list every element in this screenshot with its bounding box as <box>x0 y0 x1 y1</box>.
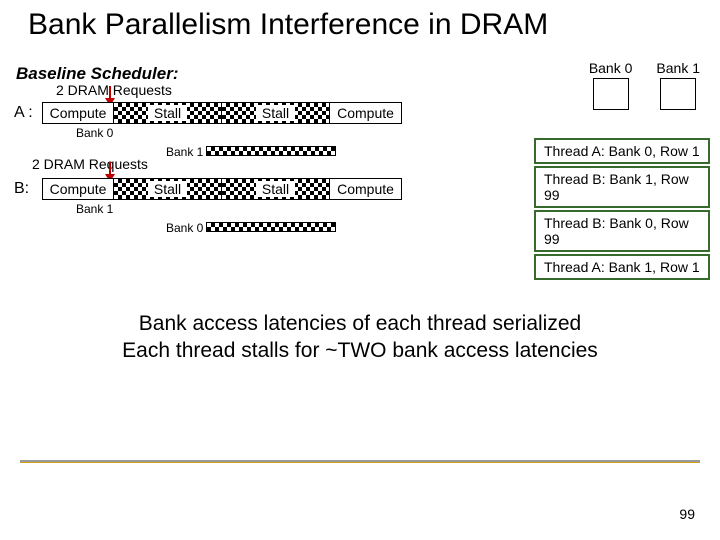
label-b-bank0: Bank 0 <box>166 221 203 235</box>
bank0-box <box>593 78 629 110</box>
thread-a-label: A : <box>14 104 33 122</box>
stall-text: Stall <box>148 105 187 121</box>
strip-b-bank0 <box>206 222 336 232</box>
service-queue: Thread A: Bank 0, Row 1 Thread B: Bank 1… <box>534 138 710 282</box>
seg-b-stall1: Stall <box>114 178 222 200</box>
bank0-col: Bank 0 <box>589 60 633 110</box>
queue-item: Thread B: Bank 1, Row 99 <box>534 166 710 208</box>
seg-a-compute1: Compute <box>42 102 114 124</box>
thread-b-request-label: 2 DRAM Requests <box>32 156 148 172</box>
summary-line2: Each thread stalls for ~TWO bank access … <box>0 337 720 364</box>
page-number: 99 <box>679 506 695 522</box>
thread-b-timeline: Compute Stall Stall Compute <box>42 178 402 200</box>
thread-a-timeline: Compute Stall Stall Compute <box>42 102 402 124</box>
seg-b-compute2: Compute <box>330 178 402 200</box>
footer-rule-accent <box>20 462 700 463</box>
stall-text: Stall <box>256 105 295 121</box>
bank1-col: Bank 1 <box>656 60 700 110</box>
label-a-bank0: Bank 0 <box>76 126 113 140</box>
slide-title: Bank Parallelism Interference in DRAM <box>0 0 720 43</box>
bank0-label: Bank 0 <box>589 60 633 76</box>
queue-item: Thread A: Bank 0, Row 1 <box>534 138 710 164</box>
thread-a-request-label: 2 DRAM Requests <box>56 82 172 98</box>
label-b-bank1: Bank 1 <box>76 202 113 216</box>
label-a-bank1: Bank 1 <box>166 145 203 159</box>
seg-a-compute2: Compute <box>330 102 402 124</box>
seg-b-compute1: Compute <box>42 178 114 200</box>
seg-b-stall2: Stall <box>222 178 330 200</box>
queue-item: Thread A: Bank 1, Row 1 <box>534 254 710 280</box>
stall-text: Stall <box>256 181 295 197</box>
strip-a-bank1 <box>206 146 336 156</box>
bank-boxes: Bank 0 Bank 1 <box>589 60 700 110</box>
thread-b-label: B: <box>14 180 29 198</box>
bank1-box <box>660 78 696 110</box>
seg-a-stall2: Stall <box>222 102 330 124</box>
queue-item: Thread B: Bank 0, Row 99 <box>534 210 710 252</box>
stall-text: Stall <box>148 181 187 197</box>
seg-a-stall1: Stall <box>114 102 222 124</box>
scheduler-subtitle: Baseline Scheduler: <box>16 64 179 84</box>
summary-text: Bank access latencies of each thread ser… <box>0 310 720 365</box>
bank1-label: Bank 1 <box>656 60 700 76</box>
summary-line1: Bank access latencies of each thread ser… <box>0 310 720 337</box>
